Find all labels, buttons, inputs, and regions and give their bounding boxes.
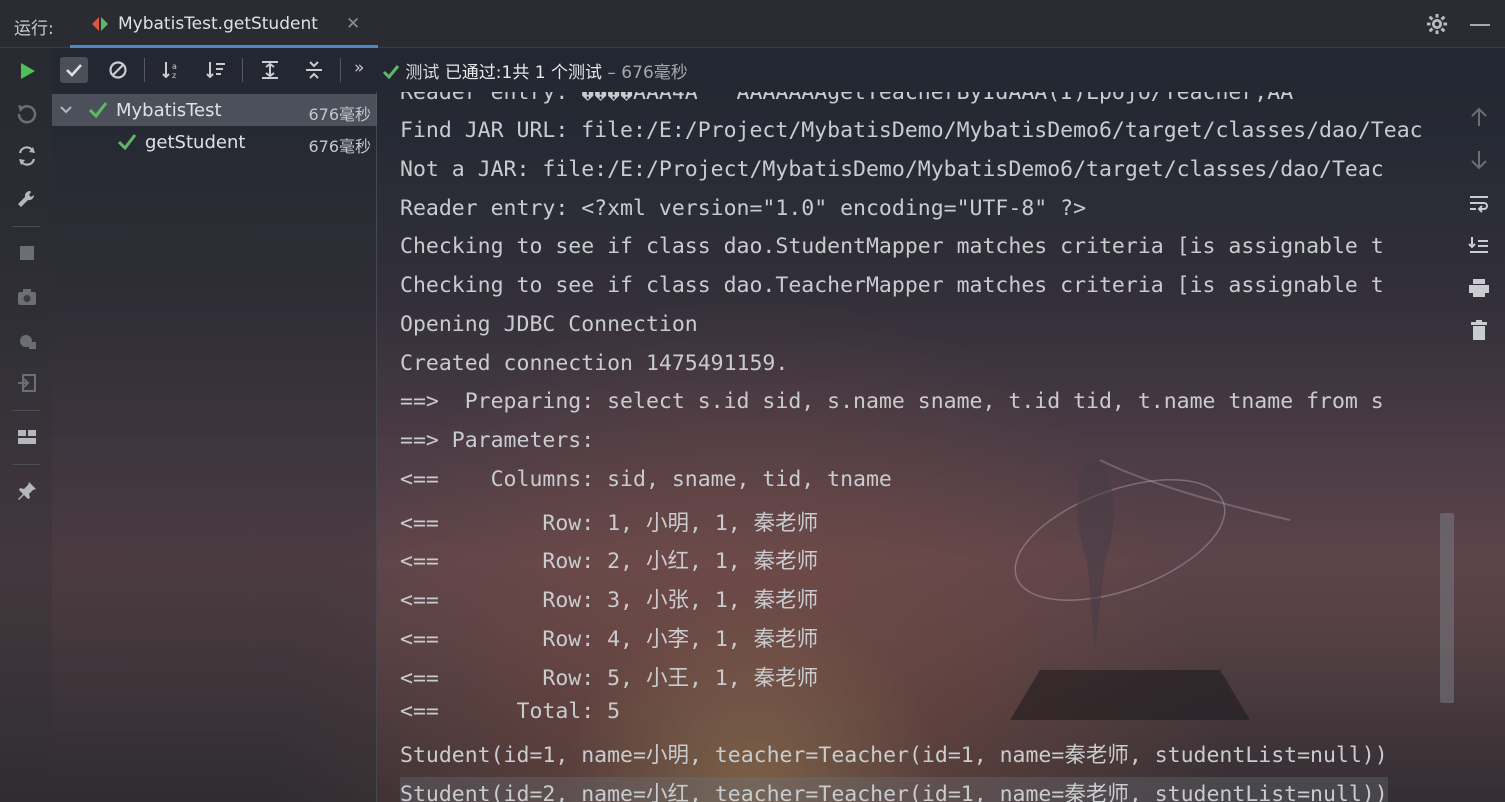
status-time: – 676毫秒 xyxy=(607,63,688,83)
console-line: Reader entry: <?xml version="1.0" encodi… xyxy=(400,196,1087,221)
stop-icon[interactable] xyxy=(14,240,40,266)
gear-icon[interactable] xyxy=(1426,13,1448,35)
pin-icon[interactable] xyxy=(14,478,40,504)
console-line: <== Total: 5 xyxy=(400,699,621,724)
sort-alphabetically-icon[interactable]: az xyxy=(158,57,186,83)
svg-text:a: a xyxy=(172,62,177,71)
arrow-down-icon[interactable] xyxy=(1466,147,1492,173)
passed-check-icon xyxy=(382,65,400,80)
console-line: Find JAR URL: file:/E:/Project/MybatisDe… xyxy=(400,118,1423,143)
run-toolwindow-header: 运行: MybatisTest.getStudent ✕ xyxy=(0,0,1505,48)
console-line: <== Row: 4, 小李, 1, 秦老师 xyxy=(400,627,819,652)
console-line: Student(id=1, name=小明, teacher=Teacher(i… xyxy=(400,743,1388,768)
console-line: Checking to see if class dao.TeacherMapp… xyxy=(400,273,1384,298)
console-line: ==> Parameters: xyxy=(400,428,608,453)
trash-icon[interactable] xyxy=(1466,317,1492,343)
show-ignored-icon[interactable] xyxy=(104,57,132,83)
soft-wrap-icon[interactable] xyxy=(1466,190,1492,216)
scroll-to-end-icon[interactable] xyxy=(1466,232,1492,258)
sort-by-duration-icon[interactable] xyxy=(202,57,230,83)
exit-icon[interactable] xyxy=(14,370,40,396)
arrow-up-icon[interactable] xyxy=(1466,104,1492,130)
show-passed-icon[interactable] xyxy=(60,57,88,83)
minimize-icon[interactable] xyxy=(1470,24,1490,26)
console-line: Checking to see if class dao.StudentMapp… xyxy=(400,234,1384,259)
passed-check-icon xyxy=(88,102,108,119)
print-icon[interactable] xyxy=(1466,275,1492,301)
test-toolbar: az » 测试 已通过:1共 1 个测试 – 676毫秒 xyxy=(52,48,1505,92)
test-status: 测试 已通过:1共 1 个测试 – 676毫秒 xyxy=(382,58,688,83)
expand-all-icon[interactable] xyxy=(256,57,284,83)
console-side-toolbar xyxy=(1456,92,1505,802)
status-prefix: 测试 xyxy=(405,63,440,83)
console-line: Created connection 1475491159. xyxy=(400,351,789,376)
console-line: Not a JAR: file:/E:/Project/MybatisDemo/… xyxy=(400,157,1384,182)
tree-item-label: getStudent xyxy=(145,132,246,153)
run-label: 运行: xyxy=(14,19,54,39)
toolbar-separator xyxy=(12,226,40,227)
chevron-down-icon[interactable] xyxy=(60,105,72,115)
left-vertical-toolbar xyxy=(0,48,52,802)
camera-icon[interactable] xyxy=(14,284,40,310)
layout-icon[interactable] xyxy=(14,424,40,450)
tab-mybatistest-getstudent[interactable]: MybatisTest.getStudent ✕ xyxy=(70,0,378,48)
toolbar-separator xyxy=(12,464,40,465)
console-line: <== Row: 2, 小红, 1, 秦老师 xyxy=(400,549,819,574)
status-count: 1共 1 个测试 xyxy=(501,63,602,83)
tree-item-time: 676毫秒 xyxy=(308,105,371,124)
toolbar-separator xyxy=(12,410,40,411)
gear-bug-icon[interactable] xyxy=(14,327,40,353)
toggle-auto-test-icon[interactable] xyxy=(14,143,40,169)
tree-item-mybatistest[interactable]: MybatisTest 676毫秒 xyxy=(52,94,377,126)
tree-item-getstudent[interactable]: getStudent 676毫秒 xyxy=(52,126,377,158)
test-config-icon xyxy=(92,17,108,31)
rerun-failed-icon[interactable] xyxy=(14,100,40,126)
test-tree: MybatisTest 676毫秒 getStudent 676毫秒 xyxy=(52,92,377,802)
tree-item-label: MybatisTest xyxy=(116,100,222,121)
console-scrollbar[interactable] xyxy=(1440,513,1454,703)
console-output[interactable]: Reader entry: ����ÃÃÃ4Ã ÃÃÃÃÃÃÃgetTeache… xyxy=(378,92,1456,802)
tab-title: MybatisTest.getStudent xyxy=(118,14,318,34)
console-line: <== Row: 3, 小张, 1, 秦老师 xyxy=(400,588,819,613)
console-line: Opening JDBC Connection xyxy=(400,312,698,337)
wrench-icon[interactable] xyxy=(14,186,40,212)
toolbar-separator xyxy=(144,58,145,82)
passed-check-icon xyxy=(117,134,137,151)
console-line: Student(id=2, name=小红, teacher=Teacher(i… xyxy=(400,777,1388,802)
toolbar-separator xyxy=(340,58,341,82)
console-line: ==> Preparing: select s.id sid, s.name s… xyxy=(400,389,1384,414)
close-icon[interactable]: ✕ xyxy=(346,14,360,34)
toolbar-separator xyxy=(242,58,243,82)
status-passed: 已通过: xyxy=(444,63,502,83)
console-line: <== Columns: sid, sname, tid, tname xyxy=(400,467,892,492)
collapse-all-icon[interactable] xyxy=(300,57,328,83)
rerun-icon[interactable] xyxy=(14,58,40,84)
console-line: Reader entry: ����ÃÃÃ4Ã ÃÃÃÃÃÃÃgetTeache… xyxy=(400,92,1294,105)
more-actions-icon[interactable]: » xyxy=(354,58,364,78)
tree-item-time: 676毫秒 xyxy=(308,137,371,156)
console-line: <== Row: 1, 小明, 1, 秦老师 xyxy=(400,511,819,536)
svg-text:z: z xyxy=(172,71,176,80)
console-line: <== Row: 5, 小王, 1, 秦老师 xyxy=(400,666,819,691)
